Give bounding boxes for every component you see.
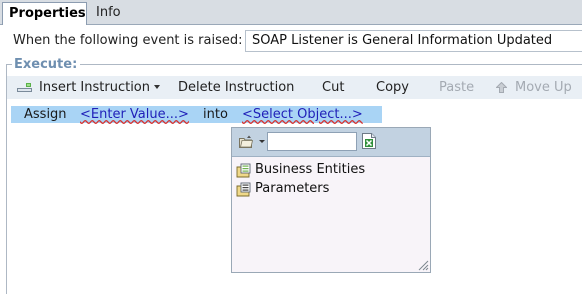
cut-button[interactable]: Cut [322,76,344,99]
tab-info[interactable]: Info [90,2,136,24]
instruction-keyword: Assign [24,107,67,122]
insert-instruction-button[interactable]: Insert Instruction [39,76,150,99]
tree-item-label: Business Entities [255,162,366,177]
instruction-row[interactable]: Assign <Enter Value...> into <Select Obj… [11,106,382,123]
move-up-button[interactable]: Move Up [515,76,572,99]
parameters-icon [236,182,251,197]
instruction-toolbar: Insert Instruction Delete Instruction Cu… [7,76,582,99]
group-border-top [6,64,582,65]
insert-instruction-icon [17,83,32,92]
select-object-link[interactable]: <Select Object...> [242,106,363,123]
object-picker-popup: Business Entities Parameters [231,127,431,273]
business-entities-icon [236,163,251,178]
enter-value-link[interactable]: <Enter Value...> [80,106,189,123]
folder-icon[interactable] [239,135,253,148]
event-field[interactable]: SOAP Listener is General Information Upd… [245,30,582,52]
resize-grip-icon[interactable] [417,259,429,271]
object-search-input[interactable] [267,132,357,151]
arrow-up-icon [496,82,507,93]
delete-instruction-button[interactable]: Delete Instruction [178,76,294,99]
copy-button[interactable]: Copy [376,76,409,99]
chevron-down-icon[interactable] [154,85,160,89]
tab-properties[interactable]: Properties [2,2,87,25]
paste-button[interactable]: Paste [439,76,474,99]
object-picker-toolbar [232,128,430,157]
tab-strip [0,0,582,25]
instruction-connector: into [203,107,228,122]
excel-export-icon[interactable] [362,133,376,149]
tree-item-label: Parameters [255,181,330,196]
folder-menu-chevron-down-icon[interactable] [259,140,265,143]
event-label: When the following event is raised: [13,33,243,48]
execute-group-title: Execute: [12,57,81,72]
